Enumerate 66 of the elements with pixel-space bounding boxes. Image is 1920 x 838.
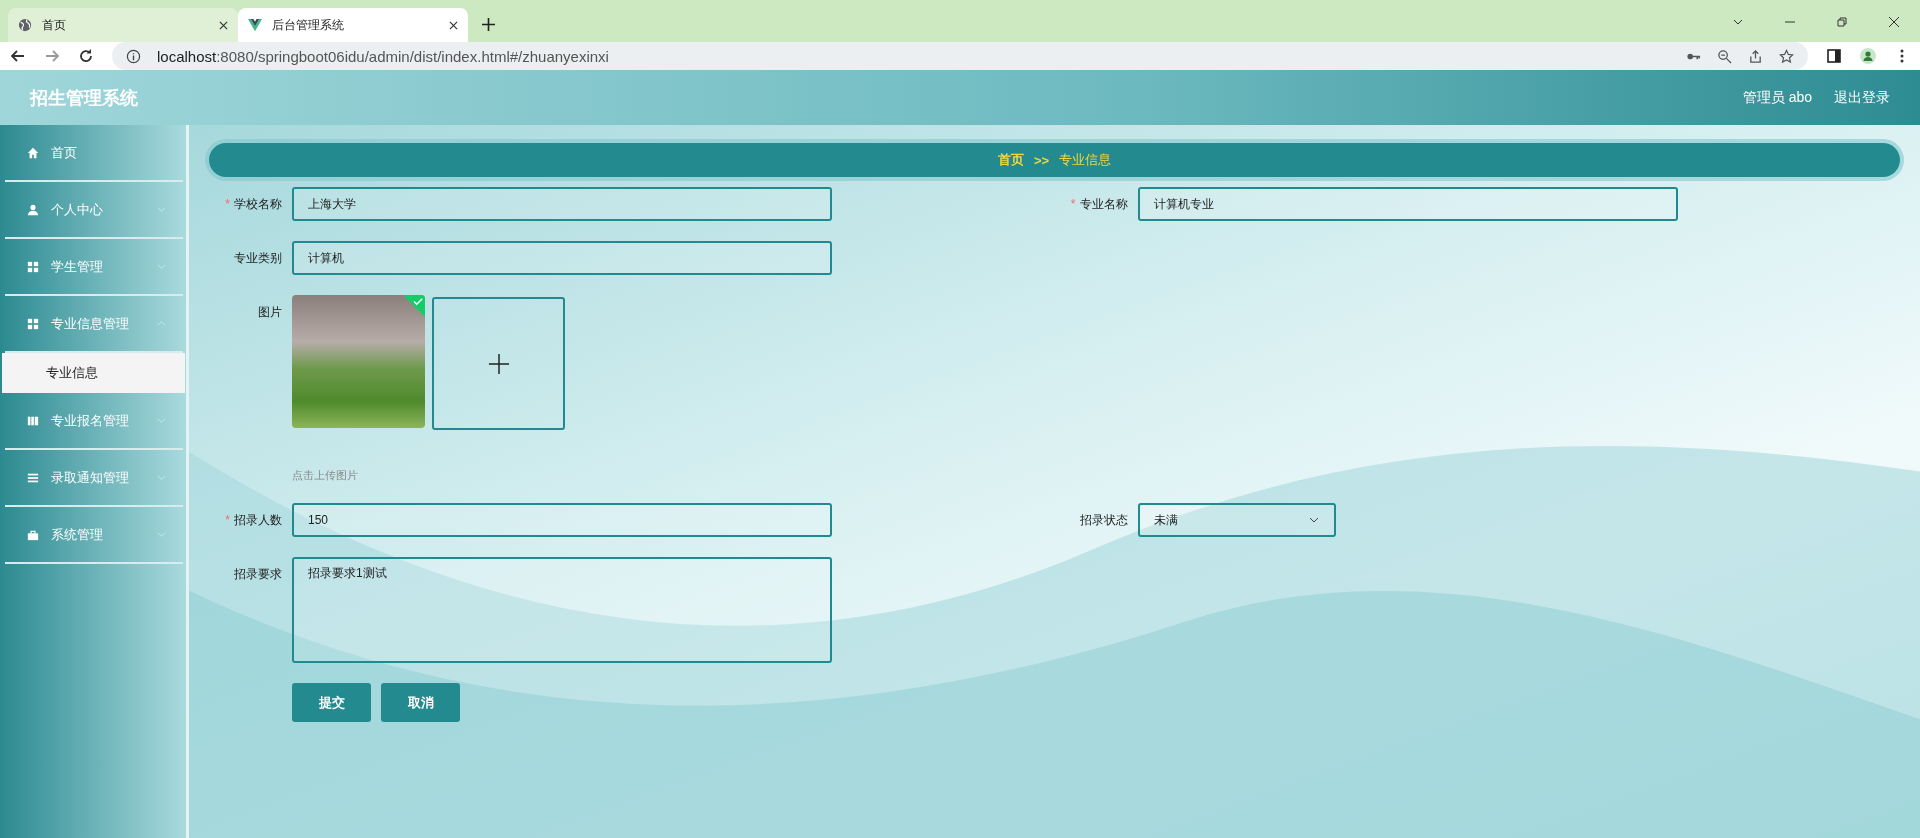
- chevron-icon: [156, 529, 167, 540]
- star-icon[interactable]: [1779, 48, 1794, 64]
- app-title: 招生管理系统: [30, 86, 138, 110]
- field-label: 招录要求: [234, 567, 282, 581]
- grid-icon: [27, 317, 39, 330]
- sidebar-menu-item[interactable]: 首页: [5, 125, 183, 182]
- input-field[interactable]: 150: [292, 503, 832, 537]
- close-icon[interactable]: [1888, 16, 1900, 28]
- status-select[interactable]: 未满: [1137, 503, 1336, 537]
- sidebar-menu-item[interactable]: 系统管理: [5, 507, 183, 564]
- logout-link[interactable]: 退出登录: [1834, 88, 1890, 107]
- address-field[interactable]: localhost:8080/springboot06idu/admin/dist/index.html#/zhuanyexinxi: [112, 42, 1808, 70]
- field-label: 图片: [258, 305, 282, 319]
- breadcrumb-link[interactable]: 首页: [997, 151, 1024, 169]
- reload-icon[interactable]: [78, 48, 94, 64]
- submit-button[interactable]: 提交: [292, 683, 371, 722]
- book-icon: [27, 414, 39, 427]
- new-tab-icon[interactable]: [482, 18, 495, 31]
- grid-icon: [27, 260, 39, 273]
- user-name[interactable]: 管理员 abo: [1742, 88, 1812, 107]
- required-asterisk: *: [1070, 197, 1076, 211]
- chevron-icon: [156, 415, 167, 426]
- chevron-icon: [156, 472, 167, 483]
- back-arrow-icon[interactable]: [10, 48, 26, 64]
- field-label: 招录人数: [234, 513, 282, 527]
- field-label: 招录状态: [1079, 513, 1128, 527]
- close-icon[interactable]: [449, 20, 458, 30]
- sidebar-menu-item[interactable]: 专业报名管理: [5, 393, 183, 450]
- textarea-field[interactable]: 招录要求1测试: [292, 557, 832, 663]
- info-icon[interactable]: [126, 48, 141, 64]
- upload-button[interactable]: [432, 297, 565, 430]
- breadcrumb-link[interactable]: 专业信息: [1059, 151, 1112, 169]
- chevron-icon: [156, 204, 167, 215]
- zoom-icon[interactable]: [1717, 48, 1732, 64]
- required-asterisk: *: [225, 513, 230, 527]
- field-label: 学校名称: [234, 197, 282, 211]
- required-asterisk: *: [225, 197, 230, 211]
- side-panel-icon[interactable]: [1826, 48, 1842, 64]
- field-label: 专业类别: [234, 251, 282, 265]
- user-icon: [27, 203, 39, 216]
- v-logo-icon: [248, 18, 262, 32]
- close-icon[interactable]: [219, 20, 228, 30]
- input-field[interactable]: 上海大学: [292, 187, 832, 221]
- cancel-button[interactable]: 取消: [381, 683, 460, 722]
- breadcrumb-separator: >>: [1033, 152, 1050, 168]
- home-icon: [27, 146, 39, 159]
- input-field[interactable]: 计算机: [292, 241, 832, 275]
- input-field[interactable]: 计算机专业: [1137, 187, 1678, 221]
- plus-icon: [487, 352, 510, 375]
- list-icon: [27, 471, 39, 484]
- chevron-icon: [156, 261, 167, 272]
- sidebar-menu-item[interactable]: 录取通知管理: [5, 450, 183, 507]
- profile-avatar-icon[interactable]: [1860, 48, 1876, 64]
- globe-icon: [18, 18, 32, 32]
- briefcase-icon: [27, 528, 39, 541]
- upload-hint: 点击上传图片: [292, 468, 359, 483]
- browser-tab[interactable]: 首页: [8, 8, 238, 42]
- browser-tab[interactable]: 后台管理系统: [238, 8, 468, 42]
- sidebar-submenu-item[interactable]: 专业信息: [2, 353, 185, 393]
- forward-arrow-icon[interactable]: [44, 48, 60, 64]
- sidebar-menu-item[interactable]: 学生管理: [5, 239, 183, 296]
- share-icon[interactable]: [1748, 48, 1763, 64]
- restore-icon[interactable]: [1836, 16, 1848, 28]
- chevron-icon: [156, 318, 167, 329]
- sidebar-menu-item[interactable]: 个人中心: [5, 182, 183, 239]
- field-label: 专业名称: [1079, 197, 1128, 211]
